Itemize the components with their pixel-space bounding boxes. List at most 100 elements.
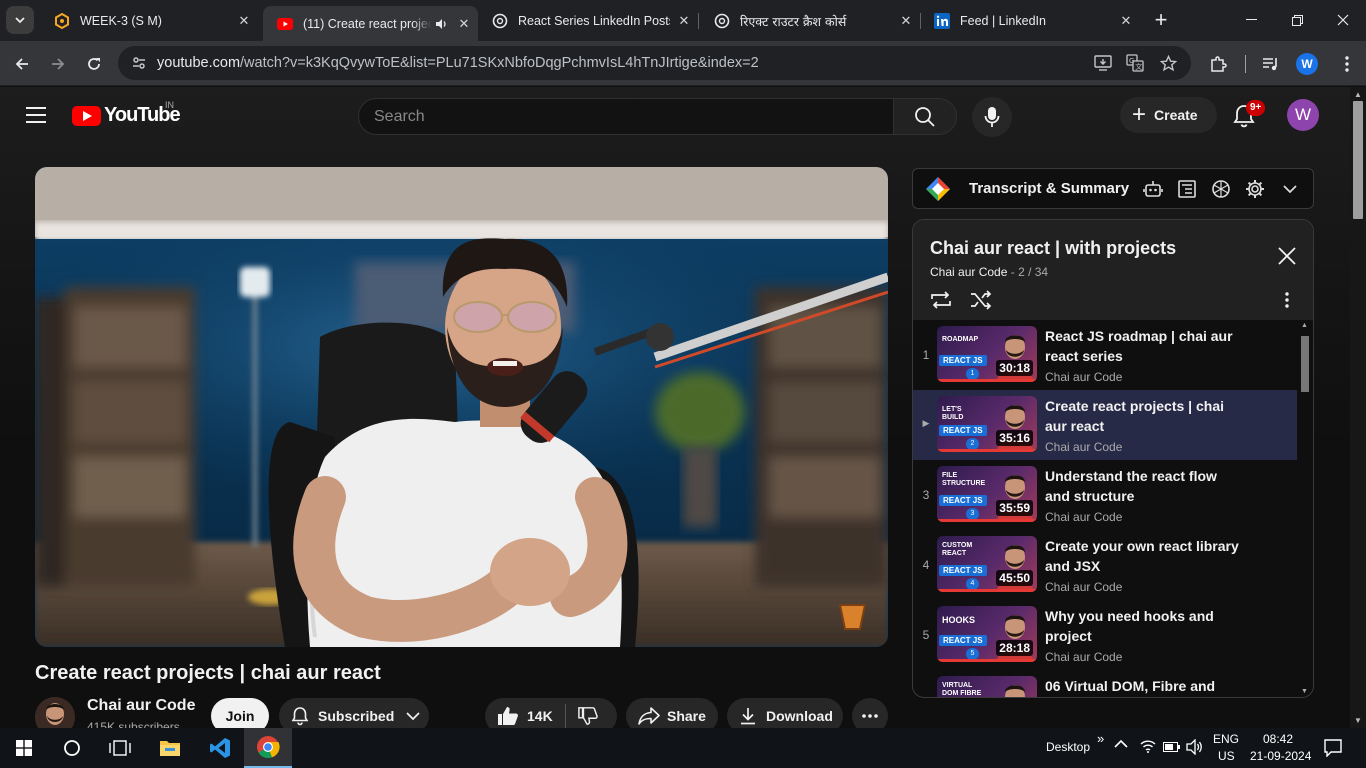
tab-search-button[interactable] xyxy=(6,6,34,34)
page-scrollbar[interactable]: ▲ ▼ xyxy=(1350,87,1366,728)
start-button[interactable] xyxy=(0,728,48,768)
robot-icon[interactable] xyxy=(1143,179,1163,199)
create-button[interactable]: + Create xyxy=(1120,97,1217,133)
subscribed-button[interactable]: Subscribed xyxy=(279,698,429,728)
close-tab-icon[interactable]: ✕ xyxy=(1112,13,1140,29)
share-button[interactable]: Share xyxy=(626,698,718,728)
more-actions-button[interactable] xyxy=(852,698,888,728)
playlist-scroll-thumb[interactable] xyxy=(1301,336,1309,392)
search-taskbar-button[interactable] xyxy=(48,728,96,768)
browser-tab-5[interactable]: Feed | LinkedIn ✕ xyxy=(920,6,1140,36)
close-tab-icon[interactable]: ✕ xyxy=(450,16,478,32)
transcript-summary-bar[interactable]: Transcript & Summary xyxy=(912,168,1314,209)
battery-icon[interactable] xyxy=(1163,741,1181,755)
vscode-button[interactable] xyxy=(196,728,244,768)
settings-gear-icon[interactable] xyxy=(1245,179,1265,199)
playlist-menu-button[interactable] xyxy=(1275,288,1299,312)
close-tab-icon[interactable]: ✕ xyxy=(670,13,698,29)
install-app-icon[interactable] xyxy=(1094,54,1112,72)
page-scroll-thumb[interactable] xyxy=(1353,101,1363,219)
new-tab-button[interactable]: + xyxy=(1148,8,1174,34)
channel-name[interactable]: Chai aur Code xyxy=(87,697,195,715)
browser-tab-3[interactable]: React Series LinkedIn Posts ✕ xyxy=(478,6,698,36)
site-settings-icon[interactable] xyxy=(130,54,148,72)
browser-tab-1[interactable]: WEEK-3 (S M) ✕ xyxy=(40,6,258,36)
volume-icon[interactable] xyxy=(1186,738,1204,758)
join-button[interactable]: Join xyxy=(211,698,269,728)
clock-time[interactable]: 08:42 xyxy=(1263,732,1293,746)
playlist-scrollbar[interactable]: ▲ ▼ xyxy=(1297,320,1313,697)
chrome-button[interactable] xyxy=(244,728,292,768)
close-tab-icon[interactable]: ✕ xyxy=(230,13,258,29)
search-input[interactable] xyxy=(359,99,893,134)
voice-search-button[interactable] xyxy=(972,97,1012,137)
media-control-icon[interactable] xyxy=(1260,53,1282,75)
shuffle-playlist-button[interactable] xyxy=(969,288,993,312)
dislike-button[interactable] xyxy=(577,706,598,726)
language-top[interactable]: ENG xyxy=(1213,732,1239,746)
like-button[interactable]: 14K xyxy=(497,706,553,726)
forward-button[interactable] xyxy=(43,49,73,79)
url-text[interactable]: youtube.com/watch?v=k3KqQvywToE&list=PLu… xyxy=(157,55,759,71)
language-bottom[interactable]: US xyxy=(1218,749,1235,763)
chevron-down-icon[interactable] xyxy=(1280,179,1300,199)
item-duration: 35:16 xyxy=(996,430,1033,446)
transcript-doc-icon[interactable] xyxy=(1177,179,1197,199)
share-arrow-icon xyxy=(638,707,660,725)
reload-button[interactable] xyxy=(79,49,109,79)
thumbnail-kicker: LET'S BUILD xyxy=(942,406,964,421)
notification-center-icon[interactable] xyxy=(1324,739,1342,760)
playlist-item[interactable]: 5 HOOKS REACT JS 5 28:18 Why you need ho… xyxy=(913,600,1297,670)
scroll-down-arrow-icon[interactable]: ▼ xyxy=(1354,716,1362,725)
loop-playlist-button[interactable] xyxy=(929,288,953,312)
search-button[interactable] xyxy=(893,98,957,135)
svg-text:文: 文 xyxy=(1135,62,1142,71)
thumbnail-kicker: HOOKS xyxy=(942,615,976,625)
playlist-title[interactable]: Chai aur react | with projects xyxy=(930,238,1176,259)
chevron-double-right-icon[interactable]: » xyxy=(1097,731,1104,746)
openai-icon[interactable] xyxy=(1211,179,1231,199)
channel-avatar[interactable] xyxy=(35,697,75,728)
profile-avatar[interactable]: W xyxy=(1296,53,1318,75)
file-explorer-button[interactable] xyxy=(146,728,194,768)
download-button[interactable]: Download xyxy=(727,698,843,728)
scroll-up-arrow-icon[interactable]: ▲ xyxy=(1301,322,1308,329)
speaker-icon[interactable] xyxy=(432,18,450,30)
task-view-button[interactable] xyxy=(96,728,144,768)
playlist-item[interactable]: 6 VIRTUAL DOM FIBRE 06 Virtual DOM, Fibr… xyxy=(913,670,1297,697)
browser-menu-icon[interactable] xyxy=(1336,53,1358,75)
close-window-button[interactable] xyxy=(1320,0,1366,40)
translate-icon[interactable]: G文 xyxy=(1126,54,1144,72)
account-avatar[interactable]: W xyxy=(1287,99,1319,131)
playlist-item-current[interactable]: ▶ LET'S BUILD REACT JS 2 35:16 Create re… xyxy=(913,390,1297,460)
restore-button[interactable] xyxy=(1274,0,1320,40)
thumbnail-bar xyxy=(937,589,1037,592)
close-playlist-button[interactable] xyxy=(1275,244,1299,268)
scroll-down-arrow-icon[interactable]: ▼ xyxy=(1301,688,1308,695)
minimize-button[interactable] xyxy=(1228,0,1274,40)
desktop-toolbar-label[interactable]: Desktop xyxy=(1046,740,1090,754)
playlist-item[interactable]: 1 ROADMAP REACT JS 1 30:18 React JS road… xyxy=(913,320,1297,390)
item-channel: Chai aur Code xyxy=(1045,510,1123,524)
clock-date[interactable]: 21-09-2024 xyxy=(1250,749,1311,763)
scroll-up-arrow-icon[interactable]: ▲ xyxy=(1354,90,1362,99)
video-player[interactable] xyxy=(35,167,888,647)
browser-tab-4[interactable]: रिएक्ट राउटर क्रैश कोर्स ✕ xyxy=(700,6,920,36)
wifi-icon[interactable] xyxy=(1140,739,1156,756)
extensions-puzzle-icon[interactable] xyxy=(1207,53,1229,75)
playlist-items: 1 ROADMAP REACT JS 1 30:18 React JS road… xyxy=(913,320,1297,697)
playlist-channel[interactable]: Chai aur Code xyxy=(930,265,1007,279)
close-tab-icon[interactable]: ✕ xyxy=(892,13,920,29)
playlist-item[interactable]: 3 FILE STRUCTURE REACT JS 3 35:59 Unders… xyxy=(913,460,1297,530)
vscode-icon xyxy=(210,738,230,758)
item-index: 5 xyxy=(922,628,930,642)
tray-expand-icon[interactable] xyxy=(1114,738,1128,752)
playlist-item[interactable]: 4 CUSTOM REACT REACT JS 4 45:50 Create y… xyxy=(913,530,1297,600)
item-channel: Chai aur Code xyxy=(1045,580,1123,594)
youtube-logo[interactable]: YouTube xyxy=(72,104,181,127)
bookmark-star-icon[interactable] xyxy=(1159,54,1177,72)
browser-tab-2-active[interactable]: (11) Create react projects ✕ xyxy=(263,6,478,41)
back-button[interactable] xyxy=(7,49,37,79)
address-bar[interactable]: youtube.com/watch?v=k3KqQvywToE&list=PLu… xyxy=(118,46,1191,80)
guide-menu-icon[interactable] xyxy=(26,107,46,123)
